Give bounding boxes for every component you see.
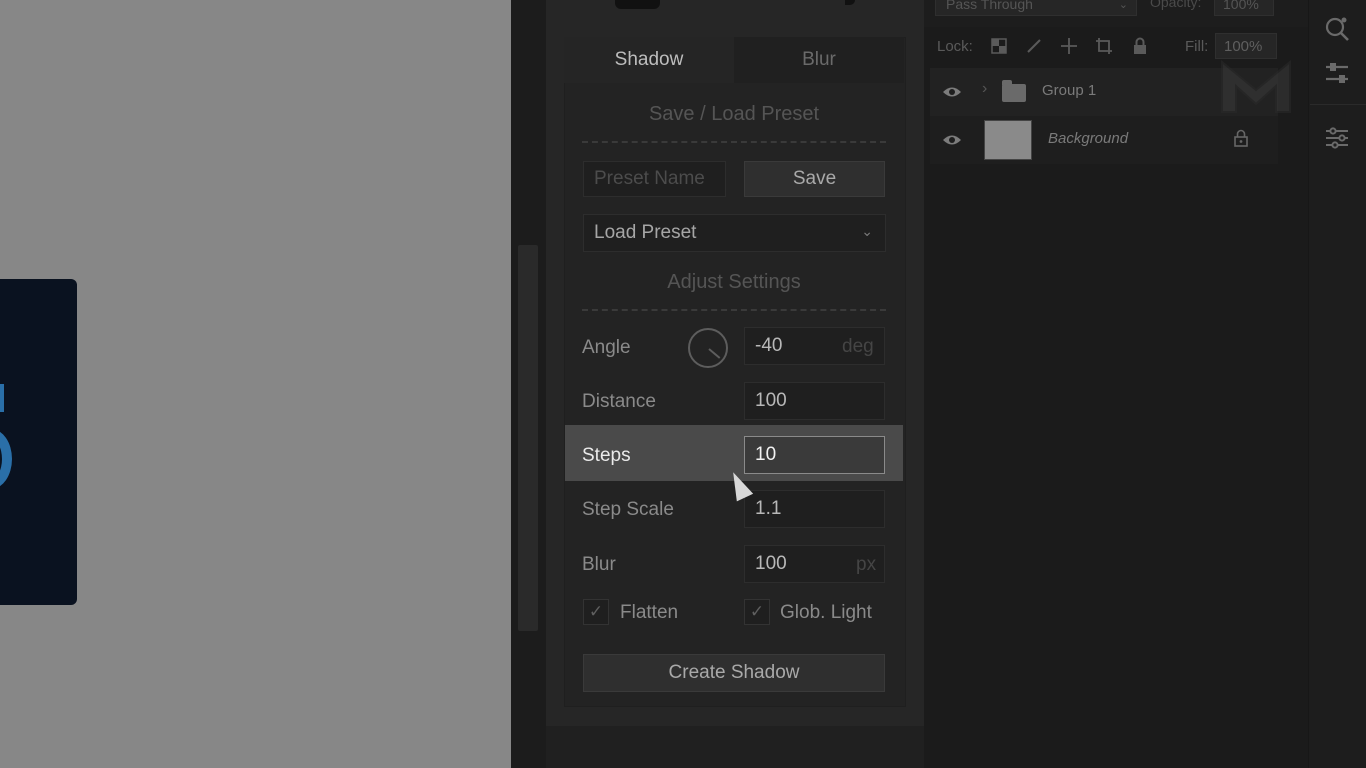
step-scale-label: Step Scale [582,499,674,520]
adjustments-icon[interactable] [1320,56,1354,90]
blend-mode-select[interactable]: Pass Through ⌄ [935,0,1137,16]
steps-label: Steps [582,445,631,466]
distance-input[interactable]: 100 [744,382,885,420]
vertical-scrollbar[interactable] [518,245,538,631]
preset-divider [582,141,886,143]
lock-artboard-icon[interactable] [1094,36,1114,56]
blur-label: Blur [582,554,616,575]
document-canvas[interactable] [0,0,511,768]
eye-icon[interactable] [942,82,962,102]
lock-all-icon[interactable] [1130,36,1150,56]
angle-label: Angle [582,337,631,358]
fill-label: Fill: [1185,38,1209,55]
distance-label: Distance [582,391,656,412]
chevron-right-icon[interactable]: › [982,80,987,98]
artwork-mark [0,384,4,412]
panel-footer [546,726,924,768]
eye-icon[interactable] [942,130,962,150]
learn-icon[interactable] [1320,12,1354,46]
tab-shadow[interactable]: Shadow [564,37,734,83]
lock-brush-icon[interactable] [1024,36,1044,56]
chevron-down-icon: ⌄ [1118,0,1128,11]
properties-icon[interactable] [1320,121,1354,155]
opacity-label: Opacity: [1150,0,1202,10]
opacity-input[interactable]: 100% [1214,0,1274,16]
right-toolbar [1308,0,1366,768]
adjust-divider [582,309,886,311]
angle-unit: deg [842,336,874,357]
toolbar-separator [1310,104,1366,105]
load-preset-label: Load Preset [594,222,697,243]
lock-transparency-icon[interactable] [989,36,1009,56]
artwork-card [0,279,77,605]
screen: Shadow Blur Save / Load Preset Preset Na… [0,0,1366,768]
steps-input[interactable]: 10 [744,436,885,474]
layer-name: Group 1 [1042,82,1097,99]
step-scale-input[interactable]: 1.1 [744,490,885,528]
load-preset-dropdown[interactable]: Load Preset ⌄ [583,214,886,252]
tab-blur[interactable]: Blur [734,37,904,83]
plugin-logo-fragment [615,0,660,9]
preset-section-title: Save / Load Preset [648,103,820,125]
global-light-checkbox[interactable]: ✓ [744,599,770,625]
create-shadow-button[interactable]: Create Shadow [583,654,885,692]
blur-unit: px [856,554,877,575]
layer-name: Background [1048,130,1129,147]
lock-move-icon[interactable] [1059,36,1079,56]
flatten-label: Flatten [620,602,679,623]
global-light-label: Glob. Light [780,602,872,623]
watermark-logo-icon [1221,59,1291,113]
layer-thumbnail [984,120,1032,160]
blend-mode-value: Pass Through [946,0,1033,12]
angle-dial-icon[interactable] [688,328,728,368]
flatten-checkbox[interactable]: ✓ [583,599,609,625]
layer-row-background[interactable]: Background [930,116,1278,164]
chevron-down-icon: ⌄ [861,223,873,239]
lock-icon [1234,129,1248,152]
adjust-section-title: Adjust Settings [667,271,801,293]
preset-name-input[interactable]: Preset Name [583,161,726,197]
save-preset-button[interactable]: Save [744,161,885,197]
artwork-circle [0,429,12,489]
lock-label: Lock: [937,38,973,55]
folder-icon [1002,80,1026,102]
